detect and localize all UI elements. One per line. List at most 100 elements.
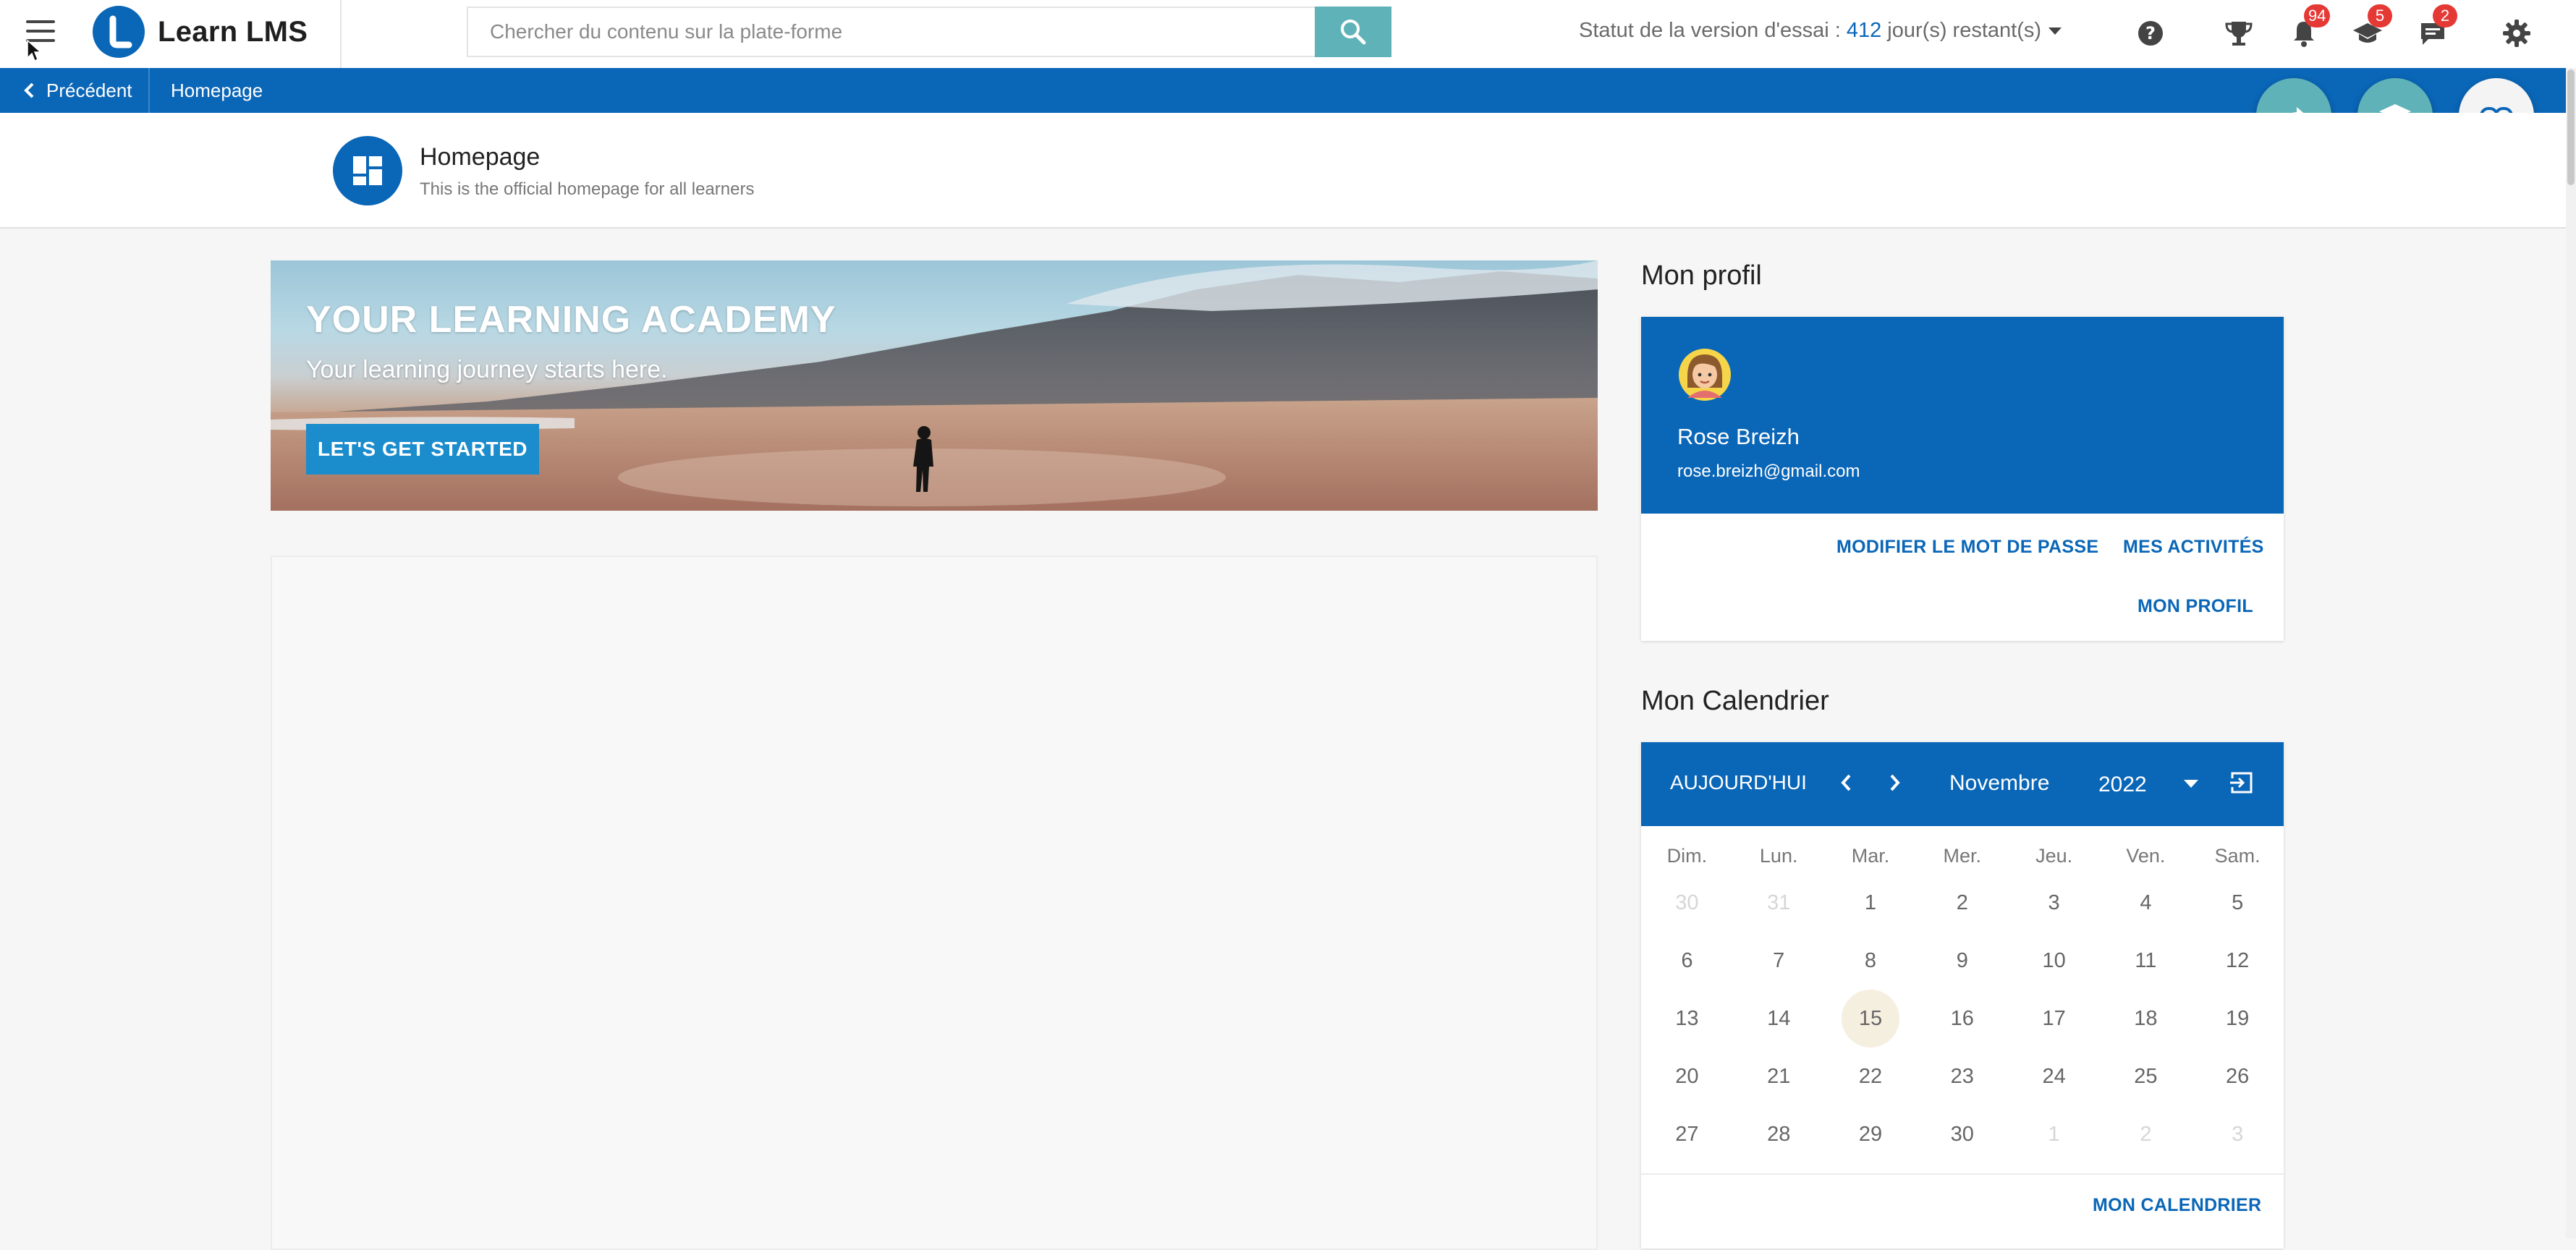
change-password-link[interactable]: MODIFIER LE MOT DE PASSE [1836, 537, 2098, 558]
calendar-day-number: 8 [1864, 948, 1877, 972]
divider [1641, 1173, 2284, 1175]
caret-down-icon [2048, 27, 2062, 35]
calendar-day[interactable]: 1 [1825, 891, 1917, 915]
calendar-year-select[interactable]: 2022 [2098, 773, 2147, 797]
caret-down-icon[interactable] [2184, 780, 2198, 788]
calendar-day[interactable]: 12 [2192, 949, 2284, 973]
calendar-day-number: 13 [1675, 1006, 1699, 1030]
chevron-left-icon[interactable] [1838, 771, 1855, 794]
top-header: Learn LMS Statut de la version d'essai :… [0, 0, 2576, 69]
calendar-week-row: 13 14 15 16 17 18 19 [1641, 990, 2284, 1047]
trial-days: 412 [1846, 19, 1882, 42]
calendar-grid: Dim. Lun. Mar. Mer. Jeu. Ven. Sam. 30 31 1 2 3 4 5 6 7 8… [1641, 838, 2284, 1163]
open-calendar-icon[interactable] [2229, 770, 2255, 796]
calendar-day[interactable]: 4 [2100, 891, 2192, 915]
calendar-day-number: 26 [2226, 1064, 2250, 1088]
calendar-day[interactable]: 7 [1733, 949, 1825, 973]
get-started-button[interactable]: LET'S GET STARTED [306, 424, 539, 475]
hero-banner: YOUR LEARNING ACADEMY Your learning jour… [271, 260, 1598, 511]
dashboard-icon [333, 136, 402, 205]
weekday-label: Lun. [1759, 844, 1798, 867]
chevron-left-icon [24, 82, 34, 98]
back-button[interactable]: Précédent [0, 68, 150, 113]
calendar-day[interactable]: 23 [1916, 1065, 2008, 1089]
trial-status-dropdown[interactable]: Statut de la version d'essai : 412 jour(… [1579, 19, 2062, 43]
chevron-right-icon[interactable] [1886, 771, 1903, 794]
bell-icon[interactable]: 94 [2288, 4, 2331, 49]
calendar-day[interactable]: 19 [2192, 1007, 2284, 1031]
calendar-day-number: 18 [2134, 1006, 2158, 1030]
calendar-day[interactable]: 9 [1916, 949, 2008, 973]
calendar-month[interactable]: Novembre [1949, 771, 2049, 796]
calendar-day-number: 3 [2232, 1122, 2244, 1146]
calendar-day-number: 23 [1950, 1064, 1974, 1088]
calendar-day[interactable]: 3 [2008, 891, 2100, 915]
calendar-day[interactable]: 17 [2008, 1007, 2100, 1031]
avatar[interactable] [1677, 347, 1732, 402]
page-header: Homepage This is the official homepage f… [0, 113, 2566, 229]
calendar-day[interactable]: 16 [1916, 1007, 2008, 1031]
calendar-day[interactable]: 31 [1733, 891, 1825, 915]
breadcrumb-current[interactable]: Homepage [171, 80, 263, 102]
calendar-day[interactable]: 24 [2008, 1065, 2100, 1089]
calendar-day[interactable]: 15 [1825, 990, 1917, 1047]
calendar-day[interactable]: 28 [1733, 1123, 1825, 1147]
calendar-day[interactable]: 14 [1733, 1007, 1825, 1031]
calendar-day[interactable]: 2 [1916, 891, 2008, 915]
calendar-day-number: 30 [1950, 1122, 1974, 1146]
calendar-day-number: 10 [2042, 948, 2066, 972]
scrollbar-thumb[interactable] [2567, 69, 2575, 185]
calendar-day[interactable]: 25 [2100, 1065, 2192, 1089]
weekday-label: Mar. [1851, 844, 1890, 867]
gear-icon[interactable] [2501, 17, 2533, 49]
calendar-day[interactable]: 2 [2100, 1123, 2192, 1147]
hero-subtitle: Your learning journey starts here. [306, 356, 668, 383]
search-icon [1341, 20, 1366, 45]
calendar-day[interactable]: 5 [2192, 891, 2284, 915]
calendar-day[interactable]: 6 [1641, 949, 1733, 973]
calendar-day[interactable]: 11 [2100, 949, 2192, 973]
calendar-day[interactable]: 20 [1641, 1065, 1733, 1089]
page-scrollbar[interactable] [2566, 68, 2576, 1238]
calendar-day[interactable]: 30 [1641, 891, 1733, 915]
my-calendar-link[interactable]: MON CALENDRIER [2093, 1195, 2261, 1216]
calendar-day[interactable]: 26 [2192, 1065, 2284, 1089]
graduation-icon[interactable]: 5 [2352, 4, 2392, 49]
calendar-day[interactable]: 3 [2192, 1123, 2284, 1147]
search-button[interactable] [1315, 7, 1391, 57]
my-profile-link[interactable]: MON PROFIL [2138, 596, 2253, 617]
today-button[interactable]: AUJOURD'HUI [1670, 771, 1807, 794]
calendar-day[interactable]: 29 [1825, 1123, 1917, 1147]
calendar-day[interactable]: 1 [2008, 1123, 2100, 1147]
calendar-day-number: 15 [1841, 990, 1899, 1047]
calendar-day-number: 2 [1956, 890, 1968, 914]
trophy-icon[interactable] [2223, 17, 2255, 49]
calendar-day-number: 4 [2140, 890, 2152, 914]
profile-email: rose.breizh@gmail.com [1677, 462, 1860, 481]
my-activities-link[interactable]: MES ACTIVITÉS [2123, 537, 2264, 558]
calendar-day-number: 2 [2140, 1122, 2152, 1146]
chat-icon[interactable]: 2 [2417, 4, 2457, 49]
calendar-day[interactable]: 27 [1641, 1123, 1733, 1147]
trial-suffix: jour(s) restant(s) [1881, 19, 2042, 42]
page-subtitle: This is the official homepage for all le… [420, 179, 755, 199]
trial-prefix: Statut de la version d'essai : [1579, 19, 1847, 42]
calendar-day[interactable]: 22 [1825, 1065, 1917, 1089]
calendar-day-number: 21 [1767, 1064, 1791, 1088]
calendar-day-number: 14 [1767, 1006, 1791, 1030]
calendar-day[interactable]: 21 [1733, 1065, 1825, 1089]
help-icon[interactable]: ? [2135, 17, 2166, 49]
calendar-day-number: 19 [2226, 1006, 2250, 1030]
calendar-day[interactable]: 13 [1641, 1007, 1733, 1031]
courses-badge: 5 [2368, 4, 2392, 27]
calendar-day[interactable]: 30 [1916, 1123, 2008, 1147]
brand[interactable]: Learn LMS [88, 0, 342, 68]
calendar-day[interactable]: 18 [2100, 1007, 2192, 1031]
calendar-day[interactable]: 10 [2008, 949, 2100, 973]
weekday-label: Dim. [1666, 844, 1708, 867]
calendar-day[interactable]: 8 [1825, 949, 1917, 973]
calendar-day-number: 3 [2048, 890, 2060, 914]
calendar-day-number: 20 [1675, 1064, 1699, 1088]
search-input[interactable] [468, 8, 1315, 56]
calendar-day-number: 1 [1864, 890, 1877, 914]
